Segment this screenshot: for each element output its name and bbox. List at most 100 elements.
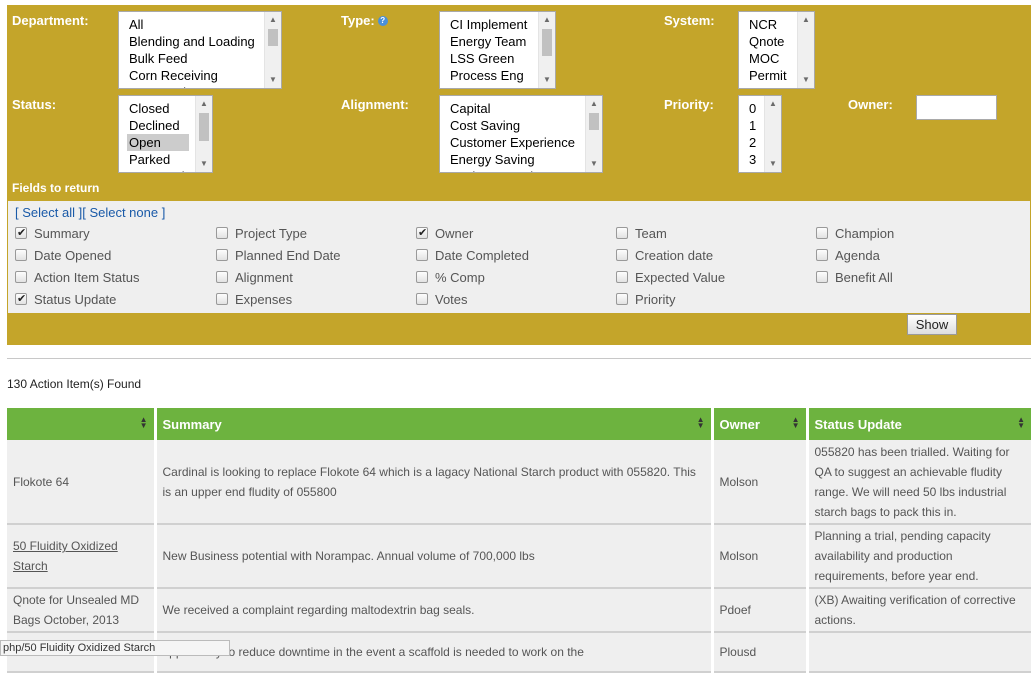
- col-header-summary[interactable]: Summary ▲ ▼: [155, 408, 714, 440]
- list-option[interactable]: Qnote: [748, 33, 797, 50]
- scrollbar[interactable]: ▲ ▼: [264, 12, 281, 88]
- list-option[interactable]: RIT: [449, 84, 538, 88]
- scroll-thumb[interactable]: [268, 29, 278, 46]
- checkbox[interactable]: [416, 293, 428, 305]
- checkbox-checked[interactable]: [15, 290, 27, 308]
- scrollbar[interactable]: ▲ ▼: [764, 96, 781, 172]
- field-option[interactable]: Date Opened: [15, 247, 111, 265]
- field-option[interactable]: Owner: [416, 224, 473, 243]
- scroll-down-icon[interactable]: ▼: [586, 156, 602, 172]
- scrollbar[interactable]: ▲ ▼: [538, 12, 555, 88]
- sort-icon[interactable]: ▲ ▼: [697, 416, 705, 430]
- checkbox[interactable]: [616, 293, 628, 305]
- list-option[interactable]: Capital: [449, 100, 585, 117]
- scrollbar[interactable]: ▲ ▼: [797, 12, 814, 88]
- checkbox[interactable]: [216, 293, 228, 305]
- field-option[interactable]: Creation date: [616, 247, 713, 265]
- system-select[interactable]: NCR Qnote MOC Permit ▲ ▼: [738, 11, 815, 89]
- list-option[interactable]: Proposed: [128, 168, 195, 172]
- list-option[interactable]: 1: [748, 117, 764, 134]
- checkbox-checked[interactable]: [416, 224, 428, 242]
- list-option[interactable]: Declined: [128, 117, 195, 134]
- scrollbar[interactable]: ▲ ▼: [585, 96, 602, 172]
- list-option[interactable]: 0: [748, 100, 764, 117]
- col-header-owner[interactable]: Owner ▲ ▼: [712, 408, 809, 440]
- list-option[interactable]: MOC: [748, 50, 797, 67]
- alignment-select[interactable]: Capital Cost Saving Customer Experience Ene…: [439, 95, 603, 173]
- checkbox[interactable]: [816, 227, 828, 239]
- list-option[interactable]: Customer Experience: [449, 134, 585, 151]
- checkbox[interactable]: [216, 271, 228, 283]
- scroll-down-icon[interactable]: ▼: [539, 72, 555, 88]
- list-option[interactable]: Environmental: [449, 168, 585, 172]
- scroll-down-icon[interactable]: ▼: [196, 156, 212, 172]
- checkbox[interactable]: [816, 249, 828, 261]
- list-option[interactable]: Dry Starch: [128, 84, 264, 88]
- scroll-up-icon[interactable]: ▲: [265, 12, 281, 28]
- list-option[interactable]: Closed: [128, 100, 195, 117]
- field-option[interactable]: Status Update: [15, 290, 116, 309]
- field-option[interactable]: Date Completed: [416, 247, 529, 265]
- scroll-down-icon[interactable]: ▼: [765, 156, 781, 172]
- list-option[interactable]: Energy Team: [449, 33, 538, 50]
- list-option[interactable]: LSS Green: [449, 50, 538, 67]
- checkbox[interactable]: [216, 249, 228, 261]
- checkbox[interactable]: [15, 249, 27, 261]
- field-option[interactable]: Alignment: [216, 269, 293, 287]
- list-option[interactable]: Blending and Loading: [128, 33, 264, 50]
- field-option[interactable]: % Comp: [416, 269, 485, 287]
- field-option[interactable]: Planned End Date: [216, 247, 341, 265]
- item-link[interactable]: 50 Fluidity Oxidized Starch: [13, 539, 118, 573]
- list-option[interactable]: Parked: [128, 151, 195, 168]
- select-all-link[interactable]: Select all: [22, 205, 75, 220]
- list-option[interactable]: Bulk Feed: [128, 50, 264, 67]
- scroll-up-icon[interactable]: ▲: [539, 12, 555, 28]
- list-option[interactable]: All: [128, 16, 264, 33]
- checkbox-checked[interactable]: [15, 224, 27, 242]
- checkbox[interactable]: [15, 271, 27, 283]
- field-option[interactable]: Priority: [616, 291, 675, 309]
- list-option[interactable]: Energy Saving: [449, 151, 585, 168]
- scrollbar[interactable]: ▲ ▼: [195, 96, 212, 172]
- scroll-up-icon[interactable]: ▲: [586, 96, 602, 112]
- scroll-thumb[interactable]: [199, 113, 209, 141]
- owner-input[interactable]: [916, 95, 997, 120]
- checkbox[interactable]: [216, 227, 228, 239]
- field-option[interactable]: Expenses: [216, 291, 292, 309]
- field-option[interactable]: Champion: [816, 225, 894, 243]
- scroll-down-icon[interactable]: ▼: [265, 72, 281, 88]
- field-option[interactable]: Action Item Status: [15, 269, 140, 287]
- list-option[interactable]: Process Eng: [449, 67, 538, 84]
- scroll-thumb[interactable]: [589, 113, 599, 130]
- scroll-up-icon[interactable]: ▲: [196, 96, 212, 112]
- checkbox[interactable]: [816, 271, 828, 283]
- list-option[interactable]: CI Implement: [449, 16, 538, 33]
- help-icon[interactable]: ?: [377, 16, 388, 26]
- checkbox[interactable]: [416, 271, 428, 283]
- sort-icon[interactable]: ▲ ▼: [792, 416, 800, 430]
- list-option[interactable]: Corn Receiving: [128, 67, 264, 84]
- checkbox[interactable]: [616, 271, 628, 283]
- list-option[interactable]: NCR: [748, 16, 797, 33]
- field-option[interactable]: Agenda: [816, 247, 880, 265]
- show-button[interactable]: Show: [907, 314, 957, 335]
- priority-select[interactable]: 0123 ▲ ▼: [738, 95, 782, 173]
- col-header-name[interactable]: ▲ ▼: [7, 408, 157, 440]
- scroll-up-icon[interactable]: ▲: [798, 12, 814, 28]
- cell-name[interactable]: 50 Fluidity Oxidized Starch: [7, 524, 157, 589]
- field-option[interactable]: Summary: [15, 224, 90, 243]
- list-option[interactable]: Permit: [748, 67, 797, 84]
- field-option[interactable]: Team: [616, 225, 667, 243]
- field-option[interactable]: Expected Value: [616, 269, 725, 287]
- field-option[interactable]: Benefit All: [816, 269, 893, 287]
- department-select[interactable]: All Blending and Loading Bulk Feed Corn Rec…: [118, 11, 282, 89]
- select-none-link[interactable]: Select none: [89, 205, 158, 220]
- sort-icon[interactable]: ▲ ▼: [1017, 416, 1025, 430]
- col-header-status-update[interactable]: Status Update ▲ ▼: [807, 408, 1031, 440]
- list-option[interactable]: 2: [748, 134, 764, 151]
- checkbox[interactable]: [616, 249, 628, 261]
- scroll-down-icon[interactable]: ▼: [798, 72, 814, 88]
- scroll-thumb[interactable]: [542, 29, 552, 56]
- checkbox[interactable]: [616, 227, 628, 239]
- list-option[interactable]: Cost Saving: [449, 117, 585, 134]
